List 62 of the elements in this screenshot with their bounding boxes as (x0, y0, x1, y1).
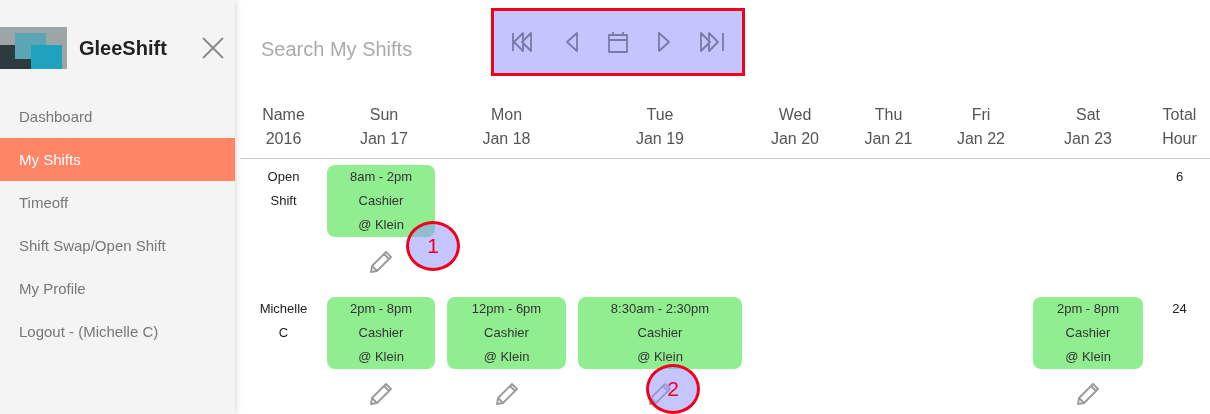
shift-text: @ Klein (357, 348, 405, 366)
column-header: Jan 17 (358, 129, 409, 149)
column-header: Jan 20 (769, 129, 820, 149)
column-header: Jan 18 (481, 129, 532, 149)
sidebar-item[interactable]: Dashboard (0, 95, 235, 138)
shift-text: @ Klein (482, 348, 531, 366)
shift-text: 8:30am - 2:30pm (609, 300, 711, 318)
shift-card[interactable]: 8:30am - 2:30pm Cashier @ Klein (578, 297, 742, 369)
sidebar-item[interactable]: Timeoff (0, 181, 235, 224)
shift-text: 12pm - 6pm (470, 300, 543, 318)
employee-name: Shift (269, 192, 298, 210)
total-hours: 6 (1174, 168, 1185, 186)
logo-icon (0, 27, 67, 69)
brand-name: GleeShift (79, 36, 167, 61)
sidebar-item[interactable]: Logout - (Michelle C) (0, 310, 235, 353)
pencil-icon[interactable] (1075, 381, 1101, 407)
shift-text: @ Klein (357, 216, 405, 234)
shift-text: 2pm - 8pm (348, 300, 414, 318)
column-header: Jan 23 (1062, 129, 1113, 149)
column-header: Total (1161, 105, 1198, 125)
shift-text: 2pm - 8pm (1055, 300, 1121, 318)
column-header: Jan 22 (955, 129, 1006, 149)
column-header: Hour (1161, 129, 1198, 149)
last-page-button[interactable] (698, 30, 726, 54)
shift-text: @ Klein (636, 348, 684, 366)
shift-text: 8am - 2pm (348, 168, 414, 186)
column-header: Fri (970, 105, 992, 125)
search-field[interactable]: Search My Shifts (259, 32, 489, 65)
shift-card[interactable]: 8am - 2pm Cashier @ Klein (327, 165, 435, 237)
sidebar-item[interactable]: Shift Swap/Open Shift (0, 224, 235, 267)
pencil-icon[interactable] (368, 381, 394, 407)
column-header: Sun (368, 105, 400, 125)
shift-text: Cashier (1064, 324, 1112, 342)
close-button[interactable] (201, 36, 225, 60)
sidebar-item[interactable]: My Profile (0, 267, 235, 310)
shift-text: @ Klein (1064, 348, 1112, 366)
column-header: Wed (777, 105, 813, 125)
annotation-marker: 1 (406, 221, 460, 271)
column-header: Jan 19 (634, 129, 685, 149)
shift-text: Cashier (357, 192, 405, 210)
column-header: Name (261, 105, 306, 125)
calendar-button[interactable] (606, 30, 630, 54)
sidebar-item[interactable]: My Shifts (0, 138, 235, 181)
shift-card[interactable]: 12pm - 6pm Cashier @ Klein (447, 297, 566, 369)
column-header: Sat (1075, 105, 1101, 125)
employee-name: Open (266, 168, 301, 186)
pencil-icon[interactable] (493, 381, 520, 407)
column-header: Mon (489, 105, 524, 125)
column-header: Jan 21 (863, 129, 914, 149)
column-header: Thu (873, 105, 904, 125)
shift-card[interactable]: 2pm - 8pm Cashier @ Klein (327, 297, 435, 369)
shift-text: Cashier (483, 324, 530, 342)
employee-name: C (277, 324, 290, 342)
employee-name: Michelle (258, 300, 309, 318)
shift-text: Cashier (357, 324, 405, 342)
shift-card[interactable]: 2pm - 8pm Cashier @ Klein (1033, 297, 1143, 369)
shift-text: Cashier (636, 324, 684, 342)
pencil-icon[interactable] (368, 249, 394, 275)
column-header: Tue (645, 105, 675, 125)
total-hours: 24 (1171, 300, 1188, 318)
column-header: 2016 (264, 129, 303, 149)
annotation-marker: 2 (646, 364, 700, 414)
